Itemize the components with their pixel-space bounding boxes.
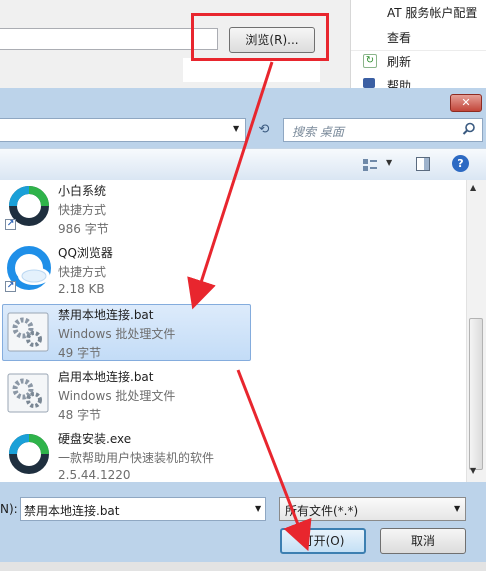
refresh-button[interactable]: ⟲ xyxy=(252,118,276,142)
file-name: 禁用本地连接.bat xyxy=(58,308,154,322)
refresh-icon: ↻ xyxy=(363,54,377,68)
filename-label: N): xyxy=(0,502,18,516)
highlight-box xyxy=(191,13,329,61)
preview-pane-icon[interactable] xyxy=(416,157,430,171)
file-size: 49 字节 xyxy=(58,346,102,360)
shortcut-arrow-icon: ↗ xyxy=(5,281,16,292)
view-options-icon[interactable] xyxy=(362,158,378,172)
help-button[interactable]: ? xyxy=(452,155,469,172)
chevron-down-icon[interactable]: ▼ xyxy=(233,124,239,133)
background-panel xyxy=(183,58,320,82)
search-icon[interactable] xyxy=(462,122,476,136)
file-name: 小白系统 xyxy=(58,184,107,198)
batch-file-icon xyxy=(7,373,49,413)
chevron-down-icon[interactable]: ▼ xyxy=(386,158,392,167)
file-type: 一款帮助用户快速装机的软件 xyxy=(58,451,215,465)
filename-value: 禁用本地连接.bat xyxy=(24,504,120,518)
address-bar[interactable] xyxy=(0,118,246,142)
filetype-value: 所有文件(*.*) xyxy=(285,504,359,518)
cancel-button[interactable]: 取消 xyxy=(380,528,466,554)
close-button[interactable]: ✕ xyxy=(450,94,482,112)
list-item[interactable]: 硬盘安装.exe 一款帮助用户快速装机的软件 2.5.44.1220 xyxy=(2,428,251,485)
file-name: QQ浏览器 xyxy=(58,246,113,260)
file-name: 硬盘安装.exe xyxy=(58,432,132,446)
scroll-up-arrow[interactable]: ▲ xyxy=(470,183,476,192)
list-item[interactable]: 启用本地连接.bat Windows 批处理文件 48 字节 xyxy=(2,366,251,423)
context-menu: AT 服务帐户配置 查看 ↻ 刷新 帮助 xyxy=(350,0,486,88)
menu-separator xyxy=(351,50,486,51)
menu-item-at-service[interactable]: AT 服务帐户配置 xyxy=(387,4,477,21)
file-type: Windows 批处理文件 xyxy=(58,327,176,341)
program-path-input[interactable] xyxy=(0,28,218,50)
file-size: 2.5.44.1220 xyxy=(58,468,131,482)
chevron-down-icon[interactable]: ▼ xyxy=(454,504,460,513)
file-size: 986 字节 xyxy=(58,222,109,236)
file-size: 2.18 KB xyxy=(58,282,105,296)
file-type: Windows 批处理文件 xyxy=(58,389,176,403)
shortcut-arrow-icon: ↗ xyxy=(5,219,16,230)
menu-item-help[interactable]: 帮助 xyxy=(387,77,411,88)
scrollbar-thumb[interactable] xyxy=(469,318,483,470)
menu-item-refresh[interactable]: 刷新 xyxy=(387,53,411,70)
search-placeholder: 搜索 桌面 xyxy=(292,125,344,139)
chevron-down-icon[interactable]: ▼ xyxy=(255,504,261,513)
file-size: 48 字节 xyxy=(58,408,102,422)
file-type: 快捷方式 xyxy=(58,265,107,279)
bottom-edge xyxy=(0,562,486,571)
file-name: 启用本地连接.bat xyxy=(58,370,154,384)
list-item-selected[interactable]: 禁用本地连接.bat Windows 批处理文件 49 字节 xyxy=(2,304,251,361)
menu-item-view[interactable]: 查看 xyxy=(387,29,411,46)
toolbar xyxy=(0,148,486,180)
help-icon xyxy=(363,78,375,88)
scroll-down-arrow[interactable]: ▼ xyxy=(470,466,476,475)
list-item[interactable]: ↗ 小白系统 快捷方式 986 字节 xyxy=(2,180,251,237)
batch-file-icon xyxy=(7,312,49,352)
installer-icon xyxy=(9,434,49,474)
list-item[interactable]: ↗ QQ浏览器 快捷方式 2.18 KB xyxy=(2,242,251,299)
open-button[interactable]: 打开(O) xyxy=(280,528,366,554)
file-type: 快捷方式 xyxy=(58,203,107,217)
